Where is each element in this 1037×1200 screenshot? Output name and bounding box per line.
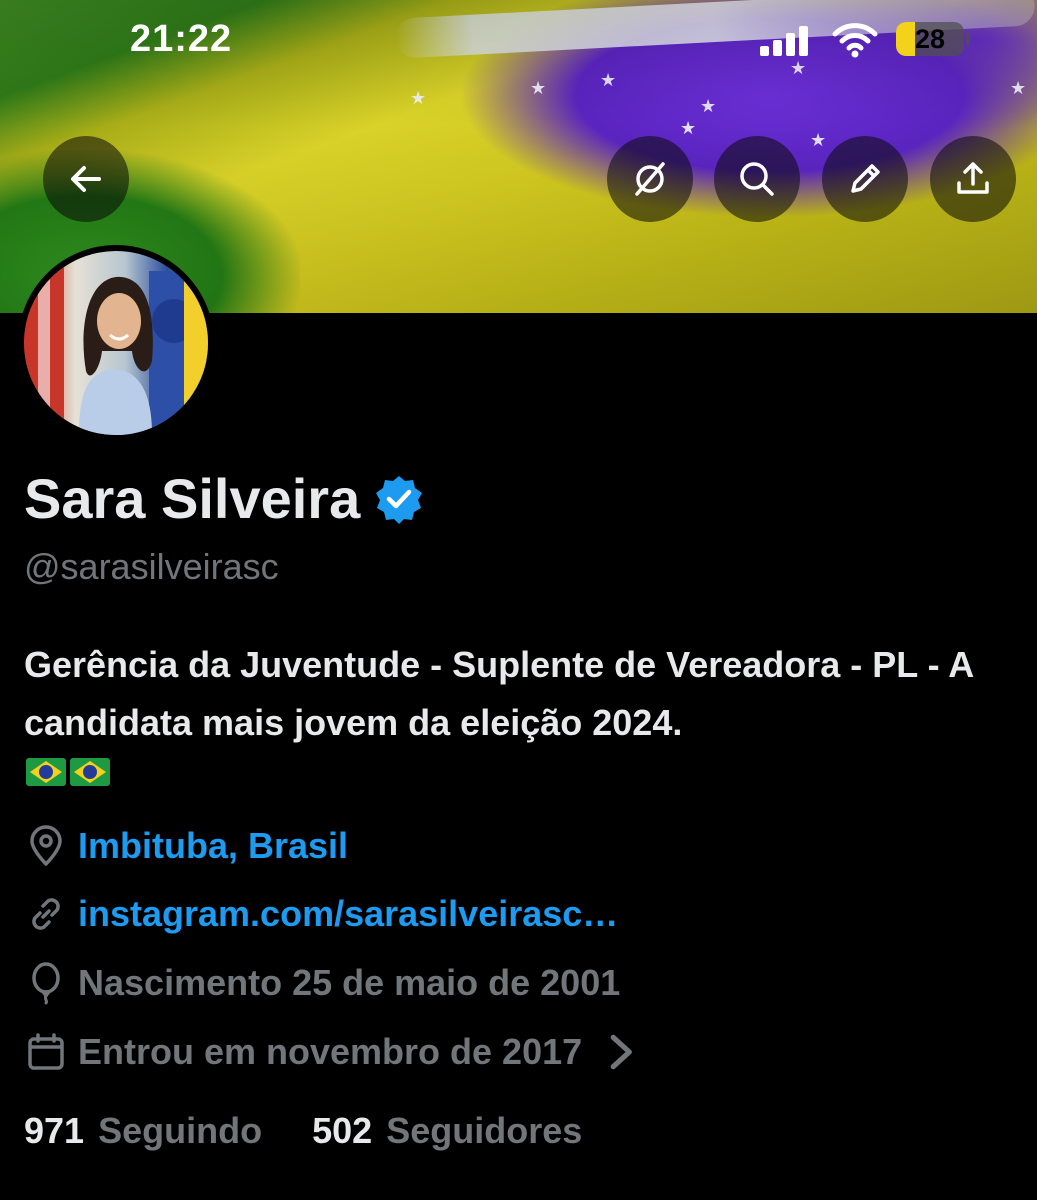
avatar-photo: [24, 251, 208, 435]
profile-avatar[interactable]: [18, 245, 214, 441]
birth-text: Nascimento 25 de maio de 2001: [78, 962, 621, 1003]
edit-button[interactable]: [822, 136, 908, 222]
calendar-icon: [28, 1033, 64, 1070]
cellular-signal-icon: [760, 26, 810, 56]
status-time: 21:22: [130, 18, 233, 60]
back-button[interactable]: [43, 136, 129, 222]
location-text[interactable]: Imbituba, Brasil: [78, 825, 348, 867]
battery-icon: 28: [896, 22, 964, 56]
slashed-circle-icon: [635, 162, 665, 196]
bio-emojis: [26, 758, 110, 786]
brazil-flag-emoji: [26, 758, 66, 786]
followers-count: 502: [312, 1110, 373, 1151]
profile-bio: Gerência da Juventude - Suplente de Vere…: [24, 644, 973, 743]
profile-name-text: Sara Silveira: [24, 467, 361, 530]
wifi-icon: [832, 23, 878, 58]
followers-link[interactable]: 502 Seguidores: [312, 1110, 582, 1151]
website-link[interactable]: instagram.com/sarasilveirasc…: [78, 893, 618, 935]
followers-label: Seguidores: [386, 1110, 583, 1151]
brazil-flag-emoji: [70, 758, 110, 786]
website-row[interactable]: instagram.com/sarasilveirasc…: [24, 892, 618, 936]
search-icon: [740, 162, 774, 196]
joined-row[interactable]: Entrou em novembro de 2017: [24, 1030, 654, 1074]
verified-badge-icon[interactable]: [374, 474, 424, 524]
grok-button[interactable]: [607, 136, 693, 222]
pencil-icon: [851, 164, 880, 193]
follow-counts: 971 Seguindo 502 Seguidores: [24, 1110, 582, 1152]
avatar-portrait: [24, 251, 208, 435]
link-icon: [32, 898, 60, 930]
share-upload-icon: [957, 162, 989, 194]
balloon-icon: [32, 962, 60, 1005]
search-button[interactable]: [714, 136, 800, 222]
profile-handle: @sarasilveirasc: [24, 546, 279, 587]
chevron-right-icon[interactable]: [600, 1030, 644, 1074]
location-pin-icon: [30, 825, 62, 866]
battery-level: 28: [914, 24, 946, 54]
profile-name: Sara Silveira: [24, 466, 424, 531]
battery-tip: [966, 33, 970, 45]
following-count: 971: [24, 1110, 85, 1151]
birth-row: Nascimento 25 de maio de 2001: [24, 961, 620, 1005]
share-button[interactable]: [930, 136, 1016, 222]
location-row[interactable]: Imbituba, Brasil: [24, 824, 348, 868]
following-label: Seguindo: [98, 1110, 263, 1151]
joined-text: Entrou em novembro de 2017: [78, 1031, 583, 1072]
arrow-left-icon: [71, 166, 101, 192]
following-link[interactable]: 971 Seguindo: [24, 1110, 272, 1151]
